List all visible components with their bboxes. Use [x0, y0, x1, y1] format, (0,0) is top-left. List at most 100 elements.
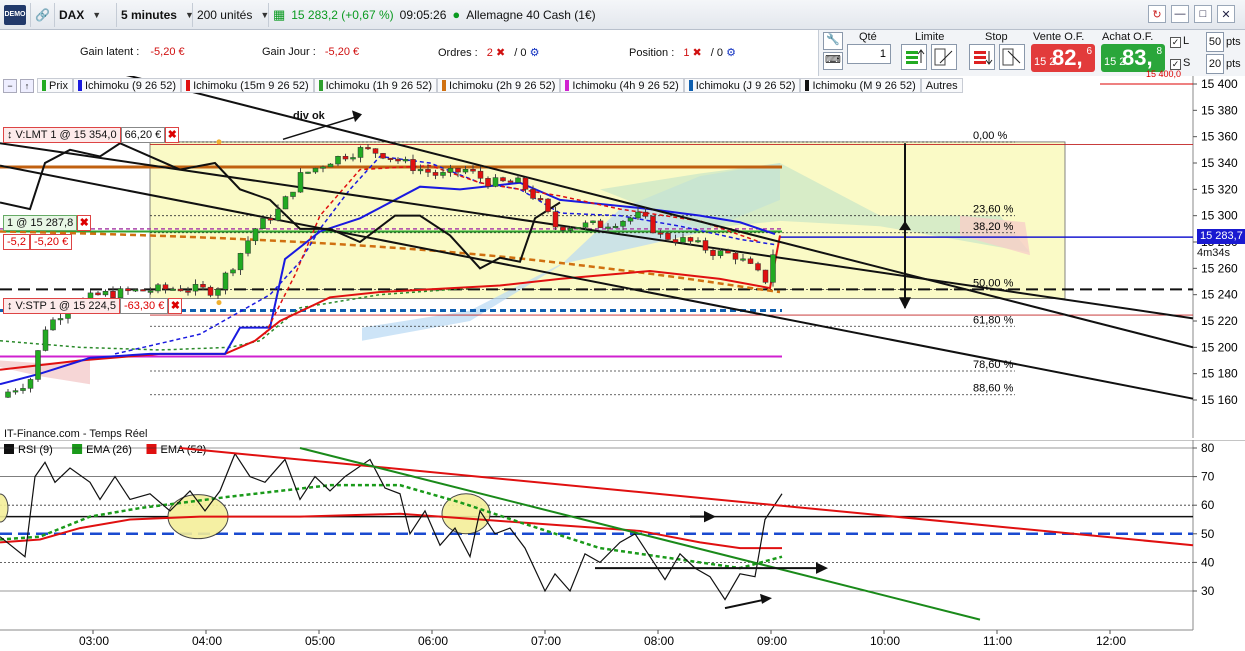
buy-limit-button[interactable] [901, 44, 927, 70]
candle-body [20, 388, 26, 391]
instrument-select[interactable]: DAX ▼ [55, 2, 117, 27]
buy-stop-button[interactable] [969, 44, 995, 70]
legend-swatch [77, 80, 82, 91]
sell-stop-icon [1002, 48, 1021, 66]
candle-body [702, 240, 709, 251]
candle-body [282, 196, 289, 210]
l-checkbox[interactable]: ✓ [1170, 37, 1181, 48]
sell-button[interactable]: 15 2 82, 6 [1031, 44, 1095, 72]
legend-label: Ichimoku (M 9 26 52) [812, 79, 916, 92]
legend-item[interactable]: Ichimoku (2h 9 26 52) [437, 78, 561, 93]
candle-body [365, 147, 371, 150]
rsi-legend-swatch [146, 444, 157, 454]
time-axis-label: 03:00 [79, 634, 109, 648]
stop-order-label[interactable]: ↕ V:STP 1 @ 15 224,5 [3, 298, 120, 314]
limit-order-tag[interactable]: ↕ V:LMT 1 @ 15 354,0 66,20 € ✖ [3, 127, 180, 143]
legend-swatch [805, 80, 810, 91]
sell-limit-icon [934, 48, 953, 66]
price-axis-label: 15 160 [1201, 393, 1238, 407]
link-cell[interactable]: 🔗 [31, 2, 55, 27]
ordres-label: Ordres : [438, 47, 478, 59]
close-position-icon[interactable]: ✖ [77, 215, 92, 231]
s-points-input[interactable]: 20 [1206, 54, 1224, 74]
candle-body [477, 170, 484, 179]
candle-body [492, 177, 499, 187]
candle-body [627, 217, 634, 222]
sell-price-big: 82, [1052, 45, 1083, 70]
legend-item[interactable]: Ichimoku (15m 9 26 52) [181, 78, 314, 93]
drag-handle-icon[interactable]: ↕ [7, 128, 13, 142]
rsi-legend-label: EMA (26) [86, 444, 132, 456]
candle-body [5, 391, 11, 398]
legend-item[interactable]: Prix [37, 78, 73, 93]
l-points-input[interactable]: 50 [1206, 32, 1224, 52]
rsi-chart[interactable]: RSI (9) EMA (26) EMA (52) 80706050403003:00… [0, 440, 1245, 651]
units-select[interactable]: 200 unités ▼ [193, 2, 270, 27]
candle-body [170, 288, 176, 291]
s-label: S [1183, 57, 1191, 69]
legend-item[interactable]: Ichimoku (4h 9 26 52) [560, 78, 684, 93]
wrench-icon[interactable]: 🔧 [823, 32, 843, 50]
price-chart[interactable]: 15 400 15 380 15 360 15 340 15 320 15 300 15 2… [0, 76, 1245, 438]
ordres-count: 2 [486, 47, 493, 59]
candle-body [672, 239, 679, 243]
position-info: Position : 1 ✖ / 0 ⚙ [629, 46, 736, 59]
l-label: L [1183, 35, 1190, 47]
close-icon[interactable]: ✖ [165, 127, 180, 143]
candle-body [402, 159, 409, 162]
rsi-legend-swatch [4, 444, 14, 454]
legend-swatch [186, 80, 191, 91]
close-position-icon[interactable]: ✖ [693, 47, 702, 59]
candle-body [500, 177, 506, 182]
candle-body [125, 288, 131, 292]
limit-order-label[interactable]: ↕ V:LMT 1 @ 15 354,0 [3, 127, 121, 143]
legend-item[interactable]: Ichimoku (J 9 26 52) [683, 78, 801, 93]
sell-stop-button[interactable] [999, 44, 1025, 70]
timeframe-label: 5 minutes [120, 7, 177, 22]
close-icon[interactable]: ✖ [168, 298, 183, 314]
maximize-icon[interactable]: □ [1194, 5, 1212, 23]
trading-window: DEMO 🔗 DAX ▼ 5 minutes ▼ 200 unités ▼ ▦ … [0, 0, 1245, 651]
candle-body [740, 258, 746, 261]
candle-body [305, 171, 311, 174]
time-axis-label: 10:00 [870, 634, 900, 648]
candle-body [35, 350, 41, 380]
position-tag[interactable]: 1 @ 15 287,8 ✖ [3, 215, 92, 231]
stop-order-tag[interactable]: ↕ V:STP 1 @ 15 224,5 -63,30 € ✖ [3, 298, 183, 314]
position-pnl-value: -5,20 € [29, 234, 73, 250]
chevron-down-icon: ▼ [260, 9, 270, 20]
legend-item[interactable]: Ichimoku (M 9 26 52) [800, 78, 921, 93]
legend-swatch [565, 80, 570, 91]
price-axis-label: 15 380 [1201, 103, 1238, 117]
buy-button[interactable]: 15 2 83, 8 [1101, 44, 1165, 72]
candle-body [552, 211, 559, 228]
minimize-icon[interactable]: — [1171, 5, 1189, 23]
l-pts-label: pts [1226, 36, 1241, 48]
keyboard-icon[interactable]: ⌨ [823, 52, 843, 70]
candle-body [357, 147, 364, 158]
sell-limit-button[interactable] [931, 44, 957, 70]
timeframe-select[interactable]: 5 minutes ▼ [117, 2, 194, 27]
price-axis-label: 15 240 [1201, 288, 1238, 302]
legend-item[interactable]: Ichimoku (1h 9 26 52) [313, 78, 438, 93]
sync-icon[interactable]: ↻ [1148, 5, 1166, 23]
price-axis-label: 15 340 [1201, 156, 1238, 170]
legend-item[interactable]: Ichimoku (9 26 52) [72, 78, 182, 93]
candle-body [515, 177, 521, 183]
candle-body [297, 172, 304, 193]
gear-icon[interactable]: ⚙ [530, 47, 540, 59]
legend-more-button[interactable]: Autres [920, 78, 963, 93]
ordres-info: Ordres : 2 ✖ / 0 ⚙ [438, 46, 539, 59]
limite-label: Limite [915, 31, 945, 43]
collapse-icon[interactable]: − [3, 78, 17, 93]
close-icon[interactable]: ✕ [1217, 5, 1235, 23]
expand-icon[interactable]: ↑ [20, 78, 34, 93]
cancel-orders-icon[interactable]: ✖ [496, 47, 505, 59]
drag-handle-icon[interactable]: ↕ [7, 299, 13, 313]
link-icon[interactable]: 🔗 [35, 8, 50, 22]
candle-body [50, 319, 56, 331]
fibo-level-label: 0,00 % [973, 130, 1007, 142]
quantity-input[interactable] [847, 44, 891, 64]
gear-icon[interactable]: ⚙ [726, 47, 736, 59]
instrument-label: DAX [58, 7, 85, 22]
